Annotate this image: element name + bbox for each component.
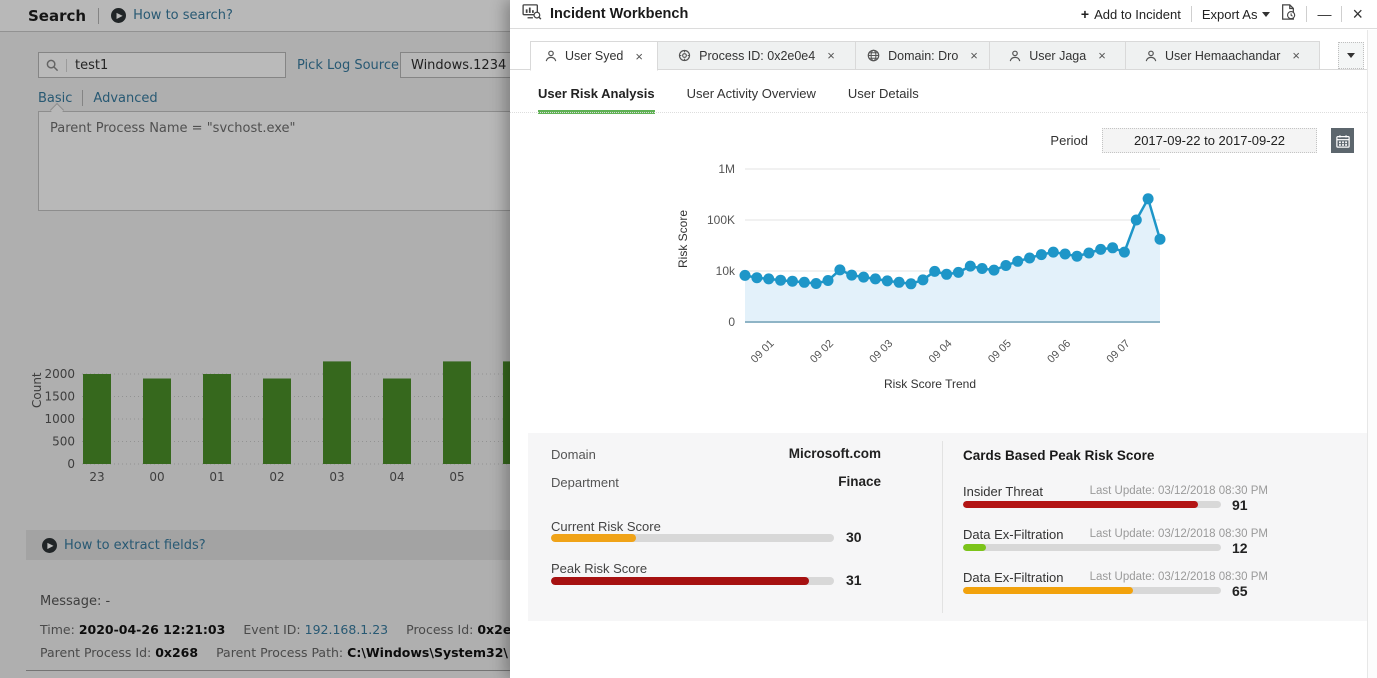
modal-overlay: [0, 0, 513, 678]
svg-text:09 05: 09 05: [986, 338, 1014, 366]
card-row-value: 91: [1232, 497, 1248, 513]
subtab-user-details[interactable]: User Details: [848, 86, 919, 114]
user-icon: [1145, 50, 1157, 62]
peak-risk-label: Peak Risk Score: [551, 561, 647, 576]
workbench-title: Incident Workbench: [550, 6, 688, 22]
insider-threat-fill: [963, 501, 1198, 508]
chart-caption: Risk Score Trend: [690, 377, 1170, 391]
close-icon[interactable]: ×: [970, 48, 978, 63]
chevron-down-icon: [1347, 53, 1355, 58]
export-as-button[interactable]: Export As: [1202, 7, 1271, 22]
close-icon[interactable]: ×: [635, 49, 643, 64]
current-risk-label: Current Risk Score: [551, 519, 661, 534]
divider: [1306, 6, 1307, 22]
svg-text:09 01: 09 01: [749, 338, 777, 366]
card-row-updated: Last Update: 03/12/2018 08:30 PM: [963, 485, 1268, 497]
risk-score-trend-chart: 0 10k 100K 1M 09 01 09 02 09 03 09 04 09 05 09 06…: [690, 158, 1170, 376]
chevron-down-icon: [1262, 12, 1270, 17]
user-icon: [1009, 50, 1021, 62]
calendar-button[interactable]: [1331, 128, 1354, 153]
svg-text:09 02: 09 02: [808, 338, 836, 366]
department-value: Finace: [551, 474, 881, 489]
card-row-updated: Last Update: 03/12/2018 08:30 PM: [963, 571, 1268, 583]
minimize-button[interactable]: —: [1317, 6, 1331, 22]
user-icon: [545, 50, 557, 62]
card-row-value: 65: [1232, 583, 1248, 599]
peak-risk-bar: [551, 577, 834, 585]
tab-process-id[interactable]: Process ID: 0x2e0e4 ×: [658, 41, 856, 70]
export-history-icon[interactable]: [1280, 4, 1296, 25]
current-risk-fill: [551, 534, 636, 542]
close-icon[interactable]: ×: [827, 48, 835, 63]
svg-text:09 04: 09 04: [927, 338, 955, 366]
current-risk-value: 30: [846, 529, 862, 545]
peak-risk-value: 31: [846, 572, 862, 588]
divider: [1341, 6, 1342, 22]
domain-value: Microsoft.com: [551, 446, 881, 461]
divider: [942, 441, 943, 613]
svg-text:10k: 10k: [716, 264, 736, 278]
tab-domain[interactable]: Domain: Dro ×: [856, 41, 990, 70]
close-icon[interactable]: ×: [1292, 48, 1300, 63]
globe-icon: [867, 49, 880, 62]
tab-overflow-button[interactable]: [1338, 42, 1364, 69]
screen: Search ▶ How to search? test1 Pick Log S…: [0, 0, 1377, 678]
close-button[interactable]: ×: [1352, 5, 1363, 23]
process-icon: [678, 49, 691, 62]
workbench-header: Incident Workbench + Add to Incident Exp…: [510, 0, 1377, 29]
close-icon[interactable]: ×: [1098, 48, 1106, 63]
risk-score-axis-label: Risk Score: [676, 210, 690, 268]
divider: [510, 112, 1377, 113]
subtabs: User Risk Analysis User Activity Overvie…: [538, 86, 919, 114]
workbench-actions: + Add to Incident Export As — ×: [1081, 4, 1363, 25]
card-row-value: 12: [1232, 540, 1248, 556]
tab-user-syed[interactable]: User Syed ×: [530, 41, 658, 71]
add-to-incident-button[interactable]: + Add to Incident: [1081, 6, 1181, 22]
workbench-icon: [522, 4, 542, 25]
card-row-bar: [963, 587, 1221, 594]
peak-risk-fill: [551, 577, 809, 585]
period-date-range[interactable]: 2017-09-22 to 2017-09-22: [1102, 128, 1317, 153]
card-row-updated: Last Update: 03/12/2018 08:30 PM: [963, 528, 1268, 540]
entity-tabs: User Syed × Process ID: 0x2e0e4 × Domain…: [510, 41, 1377, 70]
data-exfiltration-fill: [963, 587, 1133, 594]
risk-summary-section: Domain Microsoft.com Department Finace C…: [528, 433, 1367, 621]
incident-workbench-panel: Incident Workbench + Add to Incident Exp…: [510, 0, 1377, 678]
divider: [1191, 6, 1192, 22]
current-risk-bar: [551, 534, 834, 542]
period-label: Period: [1050, 133, 1088, 148]
svg-text:09 07: 09 07: [1105, 338, 1133, 366]
svg-text:100K: 100K: [707, 213, 735, 227]
tab-user-hemaachandar[interactable]: User Hemaachandar ×: [1126, 41, 1320, 70]
panel-scrollbar[interactable]: [1367, 30, 1377, 678]
calendar-icon: [1336, 134, 1350, 148]
svg-text:1M: 1M: [718, 162, 735, 176]
tab-user-jaga[interactable]: User Jaga ×: [990, 41, 1126, 70]
svg-text:09 03: 09 03: [867, 338, 895, 366]
subtab-user-activity-overview[interactable]: User Activity Overview: [687, 86, 816, 114]
plus-icon: +: [1081, 6, 1089, 22]
card-row-bar: [963, 501, 1221, 508]
subtab-user-risk-analysis[interactable]: User Risk Analysis: [538, 86, 655, 114]
svg-text:09 06: 09 06: [1045, 338, 1073, 366]
period-row: Period 2017-09-22 to 2017-09-22: [1050, 128, 1354, 153]
data-exfiltration-fill: [963, 544, 986, 551]
svg-text:0: 0: [728, 315, 735, 329]
cards-title: Cards Based Peak Risk Score: [963, 448, 1154, 463]
card-row-bar: [963, 544, 1221, 551]
